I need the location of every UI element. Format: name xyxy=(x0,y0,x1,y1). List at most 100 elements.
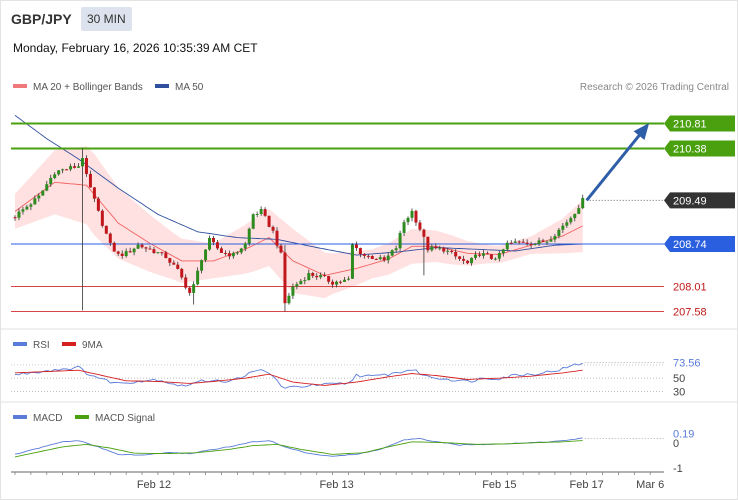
candle-body xyxy=(581,197,585,209)
forecast-arrow xyxy=(585,124,649,202)
legend-label-macd-signal: MACD Signal xyxy=(95,413,155,424)
candle-body xyxy=(299,280,303,285)
candle xyxy=(251,213,255,230)
candle-body xyxy=(92,187,96,199)
candle-body xyxy=(477,254,481,256)
candle-body xyxy=(362,254,366,256)
candle-body xyxy=(481,253,485,256)
candle-body xyxy=(525,242,529,244)
candle xyxy=(208,235,212,251)
candle-body xyxy=(80,158,84,167)
candle-body xyxy=(331,281,335,285)
rsi-current-value: 73.56 xyxy=(673,358,701,370)
candle-body xyxy=(557,229,561,237)
macd-current-value: 0.19 xyxy=(673,428,694,440)
candle xyxy=(406,216,410,225)
legend-label-9ma: 9MA xyxy=(82,340,103,351)
candle xyxy=(192,281,196,305)
candle-body xyxy=(219,248,223,253)
candle-body xyxy=(442,247,446,252)
candle-body xyxy=(339,281,343,283)
candle-body xyxy=(120,253,124,256)
legend-swatch-ma50 xyxy=(155,84,169,88)
candle-body xyxy=(303,280,307,282)
candle-body xyxy=(446,250,450,252)
candle-body xyxy=(69,166,73,170)
candle-body xyxy=(160,252,164,254)
candle-body xyxy=(267,215,271,227)
candle-body xyxy=(577,208,581,214)
candle-body xyxy=(144,247,148,249)
candle-body xyxy=(45,184,49,191)
candle-body xyxy=(279,245,283,253)
target-value: 208.01 xyxy=(673,281,707,293)
candle-body xyxy=(541,240,545,242)
candle-body xyxy=(501,249,505,254)
candle-body xyxy=(521,241,525,243)
candle-body xyxy=(100,210,104,226)
candle-body xyxy=(466,260,470,264)
candle-body xyxy=(418,222,422,230)
candle-body xyxy=(513,241,517,243)
candle-body xyxy=(212,237,215,243)
candle-body xyxy=(196,270,200,285)
candle-body xyxy=(485,253,489,255)
candle xyxy=(263,207,267,217)
candle-body xyxy=(374,258,378,260)
candle-body xyxy=(112,242,116,252)
candle-body xyxy=(132,248,136,253)
candle-body xyxy=(489,254,493,259)
macd-line xyxy=(14,437,583,457)
candle-body xyxy=(13,217,17,219)
candle-body xyxy=(17,211,21,218)
legend-swatch-9ma xyxy=(62,342,76,346)
candle-body xyxy=(140,244,144,248)
candle-body xyxy=(37,195,41,199)
candle xyxy=(283,245,287,312)
candle-body xyxy=(422,229,426,237)
candle-body xyxy=(204,249,208,261)
candle-body xyxy=(561,225,565,230)
support-value: 208.74 xyxy=(673,239,707,251)
candle-body xyxy=(458,256,462,259)
candle-body xyxy=(537,240,541,245)
candle xyxy=(267,215,271,228)
legend-swatch-ma20 xyxy=(13,84,27,88)
candle-body xyxy=(259,209,263,214)
candle xyxy=(112,241,116,252)
candle xyxy=(188,286,192,296)
candle-body xyxy=(283,252,287,304)
candle-body xyxy=(346,278,350,280)
macd-panel: MACD MACD Signal0-10.19 xyxy=(13,413,694,475)
candle-body xyxy=(184,277,188,288)
candle-body xyxy=(565,222,569,226)
candle-body xyxy=(319,274,323,278)
candle xyxy=(350,243,354,279)
candle-body xyxy=(323,274,327,277)
candle-body xyxy=(247,228,251,244)
candle-body xyxy=(402,222,406,233)
candle-body xyxy=(434,246,438,249)
candle-body xyxy=(505,242,509,250)
last-price-value: 209.49 xyxy=(673,195,707,207)
candle-body xyxy=(33,198,37,205)
candle-body xyxy=(386,255,390,261)
candle-body xyxy=(406,217,410,223)
candle-body xyxy=(61,169,65,171)
candle-body xyxy=(509,242,513,244)
candle-body xyxy=(192,284,196,293)
candle-body xyxy=(231,252,235,257)
candle-body xyxy=(335,281,339,285)
time-axis-label: Feb 15 xyxy=(482,479,516,491)
candle-body xyxy=(573,213,577,219)
candle xyxy=(426,236,430,253)
candle-body xyxy=(215,242,219,249)
candle-body xyxy=(390,250,394,256)
candle-body xyxy=(88,173,92,188)
legend-label-ma50: MA 50 xyxy=(175,82,204,93)
candle-body xyxy=(438,247,442,249)
candle-body xyxy=(307,273,311,281)
candle-body xyxy=(73,166,77,168)
candle-body xyxy=(350,244,354,279)
rsi-line xyxy=(14,362,583,389)
